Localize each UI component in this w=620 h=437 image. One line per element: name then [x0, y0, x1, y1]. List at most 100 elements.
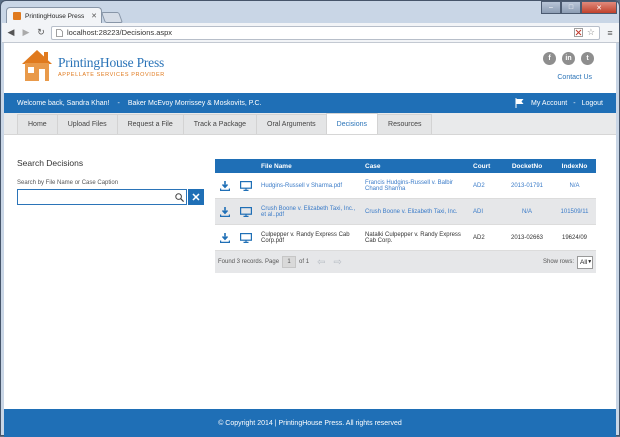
- grid-header: File Name Case Court DocketNo IndexNo: [215, 159, 596, 173]
- table-row: Hudgins-Russell v Sharma.pdf Francis Hud…: [215, 173, 596, 199]
- monitor-icon[interactable]: [240, 180, 252, 191]
- reload-icon[interactable]: ↻: [36, 27, 46, 38]
- col-case[interactable]: Case: [361, 163, 469, 170]
- nav-track-a-package[interactable]: Track a Package: [182, 114, 258, 134]
- blocked-popup-icon[interactable]: [574, 28, 583, 37]
- search-icon[interactable]: [172, 190, 186, 204]
- court-cell[interactable]: ADI: [469, 209, 501, 215]
- decisions-grid: File Name Case Court DocketNo IndexNo Hu…: [215, 159, 596, 273]
- my-account-link[interactable]: My Account: [531, 100, 567, 107]
- minimize-button[interactable]: –: [541, 1, 561, 14]
- tab-close-icon[interactable]: ✕: [91, 12, 97, 20]
- page-total-text: of 1: [299, 259, 310, 265]
- web-page: PrintingHouse Press APPELLATE SERVICES P…: [4, 43, 616, 437]
- bookmark-star-icon[interactable]: ☆: [587, 27, 595, 38]
- nav-home[interactable]: Home: [17, 114, 58, 134]
- file-name-link[interactable]: Hudgins-Russell v Sharma.pdf: [257, 183, 361, 189]
- show-rows: Show rows: All ▼: [542, 255, 593, 269]
- copyright-text: © Copyright 2014 | PrintingHouse Press. …: [218, 419, 402, 427]
- logo-name-part2: House Press: [99, 54, 165, 70]
- index-cell[interactable]: N/A: [553, 183, 596, 189]
- table-row: Culpepper v. Randy Express Cab Corp.pdf …: [215, 225, 596, 251]
- download-icon[interactable]: [220, 180, 230, 191]
- file-name-link[interactable]: Crush Boone v. Elizabeth Taxi, Inc., et …: [257, 206, 361, 218]
- court-cell[interactable]: AD2: [469, 183, 501, 189]
- address-bar[interactable]: localhost:28223/Decisions.aspx ☆: [51, 25, 600, 40]
- dropdown-arrow-icon: ▼: [587, 259, 593, 265]
- download-icon[interactable]: [220, 206, 230, 217]
- show-rows-value: All: [580, 258, 588, 266]
- house-logo-icon: [22, 50, 52, 81]
- browser-window: PrintingHouse Press ✕ – □ ✕ ◀ ▶ ↻ localh…: [0, 0, 620, 437]
- site-footer: © Copyright 2014 | PrintingHouse Press. …: [4, 409, 616, 437]
- clear-search-button[interactable]: ✕: [188, 189, 204, 205]
- nav-upload-files[interactable]: Upload Files: [56, 114, 118, 134]
- grid-pager: Found 3 records. Page 1 of 1 ⇦ ⇨ Show ro…: [215, 251, 596, 273]
- menu-icon[interactable]: ≡: [605, 28, 615, 38]
- col-court[interactable]: Court: [469, 163, 501, 170]
- welcome-text: Welcome back, Sandra Khan!: [17, 99, 110, 107]
- show-rows-select[interactable]: All ▼: [577, 255, 593, 269]
- nav-resources[interactable]: Resources: [377, 114, 433, 134]
- file-name-cell[interactable]: Culpepper v. Randy Express Cab Corp.pdf: [257, 232, 361, 244]
- search-box: [17, 189, 187, 205]
- back-icon[interactable]: ◀: [6, 27, 16, 38]
- index-cell: 19624/09: [561, 234, 588, 241]
- social-links: f in t: [543, 52, 594, 65]
- user-bar: Welcome back, Sandra Khan! - Baker McEvo…: [4, 93, 616, 113]
- case-link[interactable]: Francis Hudgins-Russell v. Balbir Chand …: [361, 180, 469, 192]
- logout-link[interactable]: Logout: [582, 100, 603, 107]
- monitor-icon[interactable]: [240, 232, 252, 243]
- site-header: PrintingHouse Press APPELLATE SERVICES P…: [4, 43, 616, 93]
- col-docket-no[interactable]: DocketNo: [501, 163, 553, 170]
- monitor-icon[interactable]: [240, 206, 252, 217]
- favicon-icon: [13, 12, 21, 20]
- user-actions: My Account - Logout: [515, 98, 603, 108]
- main-nav: Home Upload Files Request a File Track a…: [4, 113, 616, 135]
- maximize-button[interactable]: □: [561, 1, 581, 14]
- table-row: Crush Boone v. Elizabeth Taxi, Inc., et …: [215, 199, 596, 225]
- contact-us-link[interactable]: Contact Us: [557, 74, 592, 81]
- search-title: Search Decisions: [17, 158, 84, 168]
- docket-cell: 2013-02663: [510, 234, 544, 241]
- url-text: localhost:28223/Decisions.aspx: [67, 28, 173, 37]
- download-icon[interactable]: [220, 232, 230, 243]
- window-controls: – □ ✕: [541, 1, 617, 14]
- browser-toolbar: ◀ ▶ ↻ localhost:28223/Decisions.aspx ☆ ≡: [2, 23, 619, 43]
- title-bar: PrintingHouse Press ✕ – □ ✕: [1, 1, 620, 24]
- firm-name: Baker McEvoy Morrissey & Moskovits, P.C.: [127, 99, 262, 107]
- col-index-no[interactable]: IndexNo: [553, 163, 596, 170]
- page-icon: [56, 28, 63, 37]
- facebook-icon[interactable]: f: [543, 52, 556, 65]
- nav-decisions[interactable]: Decisions: [325, 113, 379, 134]
- next-page-icon[interactable]: ⇨: [333, 257, 341, 268]
- logo-subtitle: APPELLATE SERVICES PROVIDER: [58, 71, 165, 78]
- col-file-name[interactable]: File Name: [257, 163, 361, 170]
- site-logo[interactable]: PrintingHouse Press APPELLATE SERVICES P…: [20, 48, 165, 84]
- logo-text: PrintingHouse Press APPELLATE SERVICES P…: [58, 55, 165, 78]
- close-window-button[interactable]: ✕: [581, 1, 617, 14]
- separator: -: [117, 99, 120, 107]
- logo-name-part1: Printing: [58, 54, 100, 70]
- browser-tab[interactable]: PrintingHouse Press ✕: [6, 7, 102, 24]
- search-label: Search by File Name or Case Caption: [17, 180, 119, 186]
- new-tab-button[interactable]: [100, 12, 124, 23]
- flag-icon[interactable]: [515, 98, 525, 108]
- separator: -: [573, 99, 576, 107]
- show-rows-label: Show rows:: [542, 259, 574, 265]
- page-number-input[interactable]: 1: [282, 256, 297, 268]
- prev-page-icon[interactable]: ⇦: [317, 257, 325, 268]
- search-input[interactable]: [18, 190, 172, 204]
- index-cell[interactable]: 101509/11: [553, 209, 596, 215]
- forward-icon[interactable]: ▶: [21, 27, 31, 38]
- docket-cell[interactable]: N/A: [501, 209, 553, 215]
- linkedin-icon[interactable]: in: [562, 52, 575, 65]
- tab-title: PrintingHouse Press: [25, 12, 85, 20]
- case-cell[interactable]: Natalki Culpepper v. Randy Express Cab C…: [361, 232, 469, 244]
- case-link[interactable]: Crush Boone v. Elizabeth Taxi, Inc.: [361, 209, 469, 215]
- twitter-icon[interactable]: t: [581, 52, 594, 65]
- court-cell: AD2: [473, 234, 485, 241]
- nav-request-a-file[interactable]: Request a File: [116, 114, 184, 134]
- docket-cell[interactable]: 2013-01791: [501, 183, 553, 189]
- nav-oral-arguments[interactable]: Oral Arguments: [256, 114, 327, 134]
